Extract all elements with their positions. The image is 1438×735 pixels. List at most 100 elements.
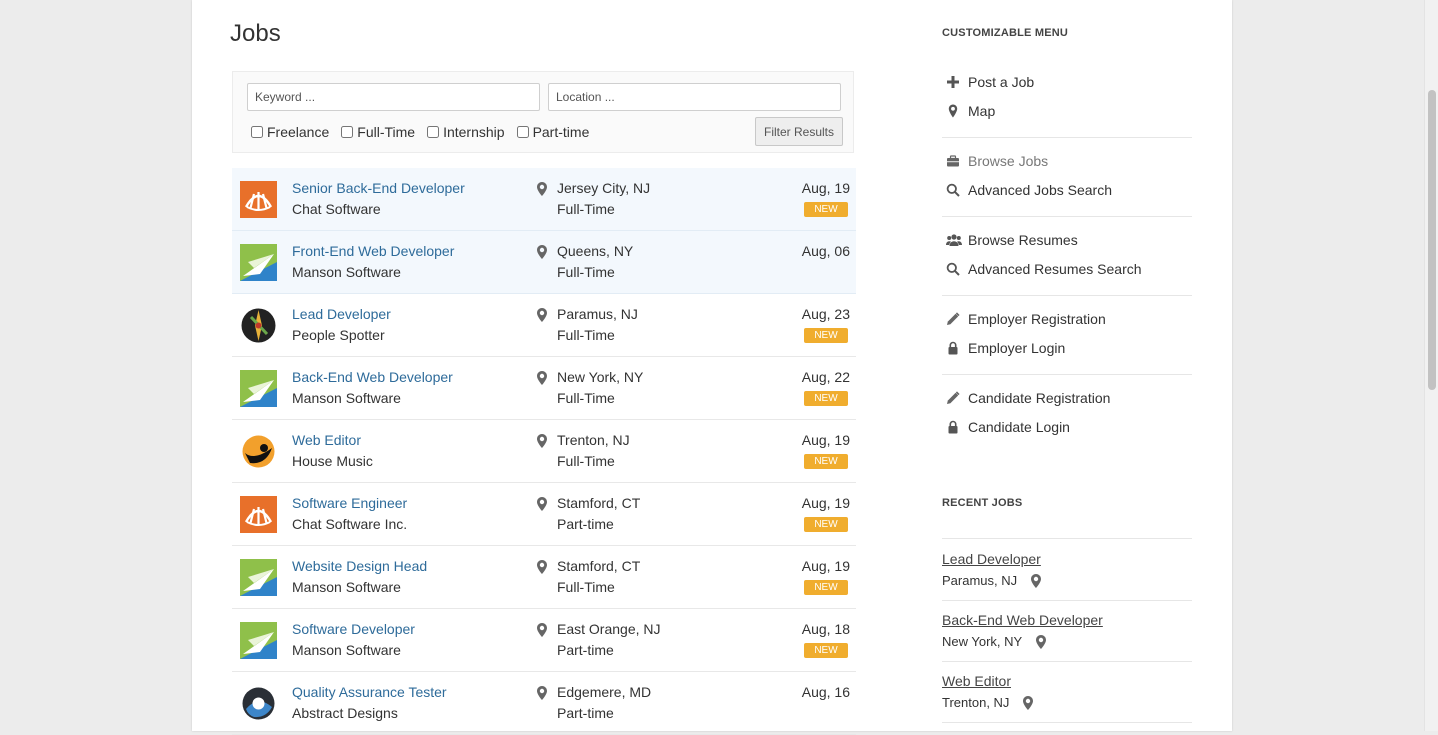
job-row[interactable]: Web Editor House Music Trenton, NJ Full-Tim…	[232, 420, 856, 483]
full-time-checkbox[interactable]	[341, 126, 354, 138]
location-input[interactable]	[548, 83, 841, 111]
map-pin-icon	[537, 623, 547, 637]
manson-software-logo	[240, 622, 277, 659]
menu-item-advanced-jobs-search[interactable]: Advanced Jobs Search	[946, 180, 1112, 200]
recent-divider	[942, 722, 1192, 723]
menu-item-label: Candidate Login	[968, 419, 1070, 435]
company-name: Chat Software	[292, 201, 381, 217]
menu-item-employer-login[interactable]: Employer Login	[946, 338, 1065, 358]
job-date: Aug, 19	[801, 180, 850, 196]
menu-item-post-a-job[interactable]: Post a Job	[946, 72, 1034, 92]
new-badge: NEW	[804, 580, 848, 595]
menu-item-label: Advanced Jobs Search	[968, 182, 1112, 198]
menu-item-employer-registration[interactable]: Employer Registration	[946, 309, 1106, 329]
job-row[interactable]: Website Design Head Manson Software Stamfo…	[232, 546, 856, 609]
job-row[interactable]: Front-End Web Developer Manson Software Qu…	[232, 231, 856, 294]
job-location: Stamford, CT	[557, 495, 641, 511]
filter-results-button[interactable]: Filter Results	[755, 117, 843, 146]
job-type: Part-time	[557, 516, 614, 532]
scrollbar-thumb[interactable]	[1428, 90, 1436, 390]
job-title-link[interactable]: Web Editor	[292, 432, 361, 448]
map-pin-icon	[537, 434, 547, 448]
abstract-designs-logo	[240, 685, 277, 722]
company-name: House Music	[292, 453, 373, 469]
search-icon	[946, 262, 960, 276]
lock-icon	[946, 341, 960, 355]
full-time-label: Full-Time	[357, 124, 416, 140]
freelance-label: Freelance	[267, 124, 330, 140]
recent-job-location: New York, NY	[942, 634, 1047, 649]
menu-item-label: Map	[968, 103, 996, 119]
chat-software-logo	[240, 496, 277, 533]
job-date: Aug, 19	[801, 495, 850, 511]
map-pin-icon	[537, 371, 547, 385]
menu-item-label: Employer Registration	[968, 311, 1106, 327]
job-title-link[interactable]: Software Engineer	[292, 495, 407, 511]
job-row[interactable]: Senior Back-End Developer Chat Software Je…	[232, 168, 856, 231]
menu-item-browse-resumes[interactable]: Browse Resumes	[946, 230, 1078, 250]
job-row[interactable]: Back-End Web Developer Manson Software New…	[232, 357, 856, 420]
job-date: Aug, 23	[801, 306, 850, 322]
map-pin-icon	[946, 104, 960, 118]
map-pin-icon	[1016, 695, 1034, 710]
menu-item-candidate-login[interactable]: Candidate Login	[946, 417, 1070, 437]
menu-item-browse-jobs[interactable]: Browse Jobs	[946, 151, 1048, 171]
users-icon	[946, 233, 962, 247]
job-title-link[interactable]: Senior Back-End Developer	[292, 180, 465, 196]
new-badge: NEW	[804, 328, 848, 343]
menu-divider	[942, 137, 1192, 138]
job-row[interactable]: Lead Developer People Spotter Paramus, NJ F…	[232, 294, 856, 357]
page-scrollbar[interactable]	[1424, 0, 1438, 731]
internship-label: Internship	[443, 124, 505, 140]
part-time-checkbox[interactable]	[516, 126, 529, 138]
recent-job-link[interactable]: Back-End Web Developer	[942, 612, 1103, 628]
company-name: People Spotter	[292, 327, 385, 343]
internship-filter[interactable]: Internship	[427, 124, 505, 140]
recent-divider	[942, 600, 1192, 601]
menu-item-advanced-resumes-search[interactable]: Advanced Resumes Search	[946, 259, 1142, 279]
job-row[interactable]: Software Developer Manson Software East Or…	[232, 609, 856, 672]
job-location: Queens, NY	[557, 243, 634, 259]
recent-divider	[942, 538, 1192, 539]
freelance-filter[interactable]: Freelance	[251, 124, 329, 140]
job-date: Aug, 06	[801, 243, 850, 259]
job-type: Part-time	[557, 642, 614, 658]
map-pin-icon	[537, 245, 547, 259]
job-title-link[interactable]: Quality Assurance Tester	[292, 684, 447, 700]
full-time-filter[interactable]: Full-Time	[341, 124, 415, 140]
job-row[interactable]: Software Engineer Chat Software Inc. Stamf…	[232, 483, 856, 546]
job-title-link[interactable]: Front-End Web Developer	[292, 243, 454, 259]
job-location: Jersey City, NJ	[557, 180, 651, 196]
company-name: Manson Software	[292, 579, 401, 595]
recent-job-location: Paramus, NJ	[942, 573, 1042, 588]
company-name: Manson Software	[292, 390, 401, 406]
menu-item-label: Candidate Registration	[968, 390, 1111, 406]
menu-item-candidate-registration[interactable]: Candidate Registration	[946, 388, 1110, 408]
part-time-filter[interactable]: Part-time	[516, 124, 589, 140]
company-name: Manson Software	[292, 642, 401, 658]
freelance-checkbox[interactable]	[251, 126, 263, 138]
recent-job-link[interactable]: Lead Developer	[942, 551, 1041, 567]
job-title-link[interactable]: Lead Developer	[292, 306, 391, 322]
job-title-link[interactable]: Website Design Head	[292, 558, 427, 574]
keyword-input[interactable]	[247, 83, 540, 111]
job-date: Aug, 16	[801, 684, 850, 700]
recent-job-link[interactable]: Web Editor	[942, 673, 1011, 689]
menu-divider	[942, 295, 1192, 296]
briefcase-icon	[946, 154, 960, 168]
job-listings: Senior Back-End Developer Chat Software Je…	[232, 168, 856, 735]
manson-software-logo	[240, 370, 277, 407]
job-title-link[interactable]: Back-End Web Developer	[292, 369, 453, 385]
menu-item-map[interactable]: Map	[946, 101, 995, 121]
internship-checkbox[interactable]	[427, 126, 440, 138]
menu-divider	[942, 216, 1192, 217]
job-type-filters: Freelance Full-Time Internship Part-time	[251, 124, 601, 140]
house-music-logo	[240, 433, 277, 470]
job-row[interactable]: Quality Assurance Tester Abstract Designs…	[232, 672, 856, 735]
search-icon	[946, 183, 960, 197]
job-title-link[interactable]: Software Developer	[292, 621, 415, 637]
chat-software-logo	[240, 181, 277, 218]
recent-job-location-text: Trenton, NJ	[942, 695, 1010, 710]
job-type: Full-Time	[557, 201, 615, 217]
menu-item-label: Post a Job	[968, 74, 1035, 90]
